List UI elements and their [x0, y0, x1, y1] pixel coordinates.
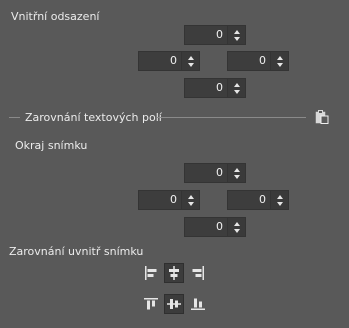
padding-top-spinbox[interactable]: 0 [184, 25, 246, 45]
increment-arrow-icon[interactable] [276, 194, 283, 199]
divider-line-right [157, 117, 306, 118]
padding-bottom-field[interactable]: 0 [184, 78, 228, 98]
padding-right-stepper[interactable] [271, 51, 289, 71]
paste-icon [315, 110, 329, 124]
align-top-icon [144, 298, 158, 310]
padding-left-spinbox[interactable]: 0 [138, 51, 200, 71]
decrement-arrow-icon[interactable] [187, 201, 194, 206]
margin-left-field[interactable]: 0 [138, 190, 182, 210]
padding-right-field[interactable]: 0 [227, 51, 271, 71]
margin-left-spinbox[interactable]: 0 [138, 190, 200, 210]
increment-arrow-icon[interactable] [233, 167, 240, 172]
align-right-button[interactable] [188, 263, 208, 283]
decrement-arrow-icon[interactable] [233, 174, 240, 179]
increment-arrow-icon[interactable] [233, 82, 240, 87]
padding-title: Vnitřní odsazení [11, 10, 100, 23]
align-center-horizontal-button[interactable] [164, 263, 184, 283]
align-center-horizontal-icon [169, 266, 179, 280]
align-center-vertical-icon [167, 299, 181, 309]
padding-left-field[interactable]: 0 [138, 51, 182, 71]
margin-top-field[interactable]: 0 [184, 163, 228, 183]
margin-left-stepper[interactable] [182, 190, 200, 210]
decrement-arrow-icon[interactable] [276, 201, 283, 206]
decrement-arrow-icon[interactable] [187, 62, 194, 67]
decrement-arrow-icon[interactable] [233, 36, 240, 41]
padding-bottom-stepper[interactable] [228, 78, 246, 98]
increment-arrow-icon[interactable] [233, 221, 240, 226]
margin-top-spinbox[interactable]: 0 [184, 163, 246, 183]
margin-bottom-field[interactable]: 0 [184, 217, 228, 237]
margin-right-stepper[interactable] [271, 190, 289, 210]
align-center-vertical-button[interactable] [164, 294, 184, 314]
decrement-arrow-icon[interactable] [276, 62, 283, 67]
increment-arrow-icon[interactable] [276, 55, 283, 60]
increment-arrow-icon[interactable] [187, 55, 194, 60]
decrement-arrow-icon[interactable] [233, 89, 240, 94]
padding-top-stepper[interactable] [228, 25, 246, 45]
frame-margin-title: Okraj snímku [15, 139, 88, 152]
margin-right-field[interactable]: 0 [227, 190, 271, 210]
align-left-button[interactable] [141, 263, 161, 283]
padding-right-spinbox[interactable]: 0 [227, 51, 289, 71]
align-top-button[interactable] [141, 294, 161, 314]
margin-bottom-spinbox[interactable]: 0 [184, 217, 246, 237]
margin-bottom-stepper[interactable] [228, 217, 246, 237]
margin-top-stepper[interactable] [228, 163, 246, 183]
align-left-icon [145, 266, 157, 280]
text-field-alignment-title: Zarovnání textových polí [25, 111, 162, 124]
divider-line-left [9, 117, 20, 118]
align-bottom-icon [191, 298, 205, 310]
frame-alignment-title: Zarovnání uvnitř snímku [9, 245, 144, 258]
paste-button[interactable] [314, 109, 330, 125]
align-right-icon [192, 266, 204, 280]
align-bottom-button[interactable] [188, 294, 208, 314]
decrement-arrow-icon[interactable] [233, 228, 240, 233]
padding-bottom-spinbox[interactable]: 0 [184, 78, 246, 98]
margin-right-spinbox[interactable]: 0 [227, 190, 289, 210]
increment-arrow-icon[interactable] [187, 194, 194, 199]
padding-left-stepper[interactable] [182, 51, 200, 71]
increment-arrow-icon[interactable] [233, 29, 240, 34]
padding-top-field[interactable]: 0 [184, 25, 228, 45]
